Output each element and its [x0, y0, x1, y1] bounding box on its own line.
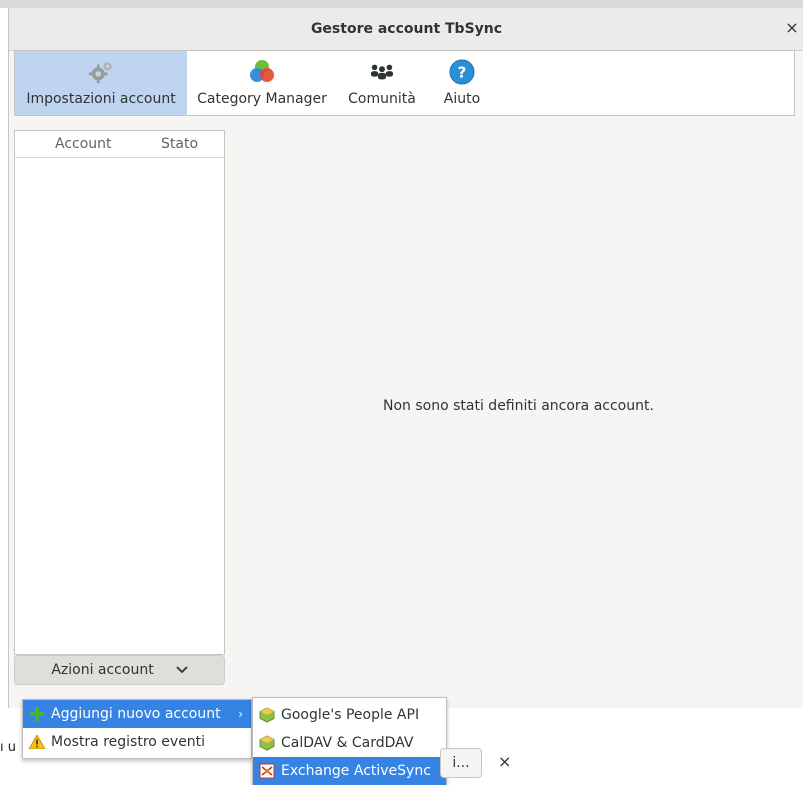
submenu-item-caldav-carddav[interactable]: CalDAV & CardDAV	[253, 729, 446, 757]
provider-cube-icon	[259, 707, 275, 723]
azioni-account-label: Azioni account	[51, 662, 154, 678]
account-list-header: Account Stato	[15, 131, 224, 158]
activesync-icon	[259, 763, 275, 779]
category-colors-icon	[249, 59, 275, 85]
window-title: Gestore account TbSync	[310, 21, 503, 37]
gears-icon	[88, 59, 114, 85]
close-button[interactable]: ×	[782, 18, 802, 38]
tab-label: Aiuto	[443, 91, 481, 107]
plus-icon	[29, 706, 45, 722]
tab-aiuto[interactable]: ? Aiuto	[427, 51, 497, 115]
warning-icon	[29, 734, 45, 750]
column-header-account[interactable]: Account	[15, 136, 155, 152]
tab-label: Impostazioni account	[26, 91, 176, 107]
background-window-edge	[0, 0, 803, 8]
submenu-item-exchange-activesync[interactable]: Exchange ActiveSync	[253, 757, 446, 785]
menu-item-mostra-registro-eventi[interactable]: Mostra registro eventi	[23, 728, 251, 756]
chevron-down-icon	[176, 664, 188, 677]
empty-state-message: Non sono stati definiti ancora account.	[383, 398, 654, 414]
submenu-item-google-people-api[interactable]: Google's People API	[253, 701, 446, 729]
provider-cube-icon	[259, 735, 275, 751]
submenu-item-label: Google's People API	[281, 707, 420, 723]
notification-close-icon[interactable]: ×	[498, 752, 511, 771]
notification-action-button[interactable]: i...	[440, 748, 482, 778]
submenu-item-label: Exchange ActiveSync	[281, 763, 431, 779]
submenu-item-label: CalDAV & CardDAV	[281, 735, 414, 751]
toolbar: Impostazioni account Category Manager Co…	[14, 50, 795, 116]
add-account-submenu: Google's People API CalDAV & CardDAV Exc…	[252, 697, 447, 785]
tab-label: Category Manager	[197, 91, 327, 107]
azioni-account-button[interactable]: Azioni account	[14, 655, 225, 685]
account-list[interactable]: Account Stato	[14, 130, 225, 655]
submenu-arrow-icon: ›	[238, 707, 243, 721]
help-icon: ?	[449, 59, 475, 85]
tab-category-manager[interactable]: Category Manager	[187, 51, 337, 115]
menu-item-label: Mostra registro eventi	[51, 734, 206, 750]
azioni-account-menu: Aggiungi nuovo account › Mostra registro…	[22, 699, 252, 759]
menu-item-aggiungi-nuovo-account[interactable]: Aggiungi nuovo account ›	[23, 700, 251, 728]
svg-text:?: ?	[458, 64, 467, 82]
titlebar: Gestore account TbSync ×	[9, 8, 803, 51]
tab-label: Comunità	[348, 91, 416, 107]
menu-item-label: Aggiungi nuovo account	[51, 706, 221, 722]
tab-impostazioni-account[interactable]: Impostazioni account	[15, 51, 187, 115]
column-header-stato[interactable]: Stato	[155, 136, 198, 152]
community-icon	[369, 59, 395, 85]
tab-comunita[interactable]: Comunità	[337, 51, 427, 115]
background-text: ı u	[0, 740, 16, 755]
